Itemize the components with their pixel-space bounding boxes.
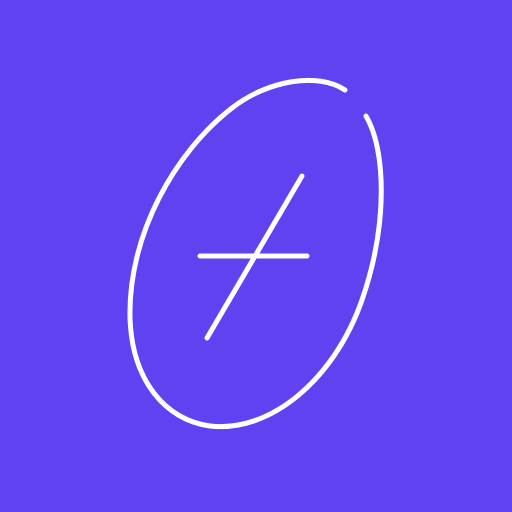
app-icon — [0, 0, 512, 512]
add-logo-icon — [0, 0, 512, 512]
